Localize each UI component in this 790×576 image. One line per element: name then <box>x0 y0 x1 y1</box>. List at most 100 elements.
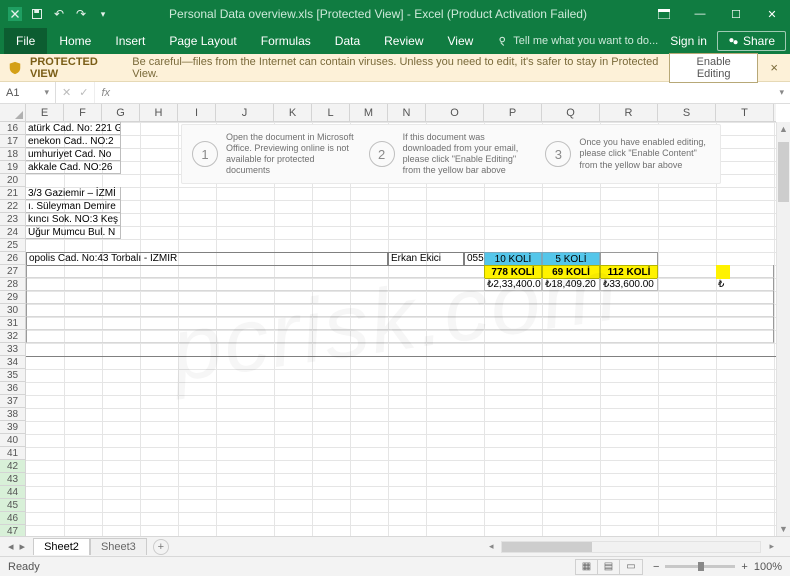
cell-value[interactable]: enekon Cad.. NO:2 <box>26 135 121 148</box>
cells-viewport[interactable]: atürk Cad. No: 221 Genekon Cad.. NO:2umh… <box>26 122 776 536</box>
row-header[interactable]: 22 <box>0 200 25 213</box>
redo-icon[interactable]: ↷ <box>74 7 88 21</box>
zoom-in-button[interactable]: + <box>741 561 747 573</box>
vertical-scroll-thumb[interactable] <box>778 142 789 202</box>
row-header[interactable]: 16 <box>0 122 25 135</box>
column-header[interactable]: H <box>140 104 178 121</box>
koli-blue-cell[interactable] <box>600 252 658 266</box>
zoom-slider-thumb[interactable] <box>698 562 704 571</box>
column-header[interactable]: S <box>658 104 716 121</box>
row-header[interactable]: 46 <box>0 512 25 525</box>
row-header[interactable]: 38 <box>0 408 25 421</box>
koli-yellow-cell[interactable]: 778 KOLİ <box>484 265 542 279</box>
row-header[interactable]: 47 <box>0 525 25 536</box>
column-header[interactable]: J <box>216 104 274 121</box>
row-header[interactable]: 30 <box>0 304 25 317</box>
row-header[interactable]: 45 <box>0 499 25 512</box>
column-header[interactable]: P <box>484 104 542 121</box>
tab-formulas[interactable]: Formulas <box>249 28 323 54</box>
koli-yellow-cell[interactable]: 112 KOLİ <box>600 265 658 279</box>
column-header[interactable]: K <box>274 104 312 121</box>
row-header[interactable]: 18 <box>0 148 25 161</box>
row-header[interactable]: 35 <box>0 369 25 382</box>
cell-value[interactable]: kıncı Sok. NO:3 Keş <box>26 213 121 226</box>
hscroll-left-icon[interactable]: ◂ <box>487 541 496 552</box>
row-header[interactable]: 23 <box>0 213 25 226</box>
column-header[interactable]: O <box>426 104 484 121</box>
row-header[interactable]: 40 <box>0 434 25 447</box>
cell-value[interactable]: 3/3 Gaziemir – İZMİ <box>26 187 121 200</box>
row-header[interactable]: 19 <box>0 161 25 174</box>
file-tab[interactable]: File <box>4 28 47 54</box>
share-button[interactable]: Share <box>717 31 786 51</box>
column-header[interactable]: E <box>26 104 64 121</box>
row-header[interactable]: 24 <box>0 226 25 239</box>
undo-icon[interactable]: ↶ <box>52 7 66 21</box>
select-all-triangle[interactable] <box>0 104 26 122</box>
cell-value[interactable]: akkale Cad. NO:26 <box>26 161 121 174</box>
column-header[interactable]: M <box>350 104 388 121</box>
column-header[interactable]: R <box>600 104 658 121</box>
tab-insert[interactable]: Insert <box>103 28 157 54</box>
column-header[interactable]: G <box>102 104 140 121</box>
horizontal-scroll-thumb[interactable] <box>502 542 592 552</box>
vertical-scrollbar[interactable]: ▲ ▼ <box>776 122 790 536</box>
scroll-down-icon[interactable]: ▼ <box>777 522 790 536</box>
zoom-slider[interactable] <box>665 565 735 568</box>
row-header[interactable]: 26 <box>0 252 25 265</box>
koli-yellow-cell[interactable]: 69 KOLİ <box>542 265 600 279</box>
koli-amount-cell[interactable]: ₺33,600.00 <box>600 278 658 291</box>
koli-blue-cell[interactable]: 5 KOLİ <box>542 252 600 266</box>
tab-nav-prev-icon[interactable]: ◂ <box>8 540 14 553</box>
horizontal-scrollbar[interactable] <box>501 541 761 553</box>
name-box-dropdown-icon[interactable]: ▾ <box>44 87 49 98</box>
tab-view[interactable]: View <box>436 28 486 54</box>
row-header[interactable]: 27 <box>0 265 25 278</box>
cell-value[interactable]: atürk Cad. No: 221 G <box>26 122 121 135</box>
row-header[interactable]: 44 <box>0 486 25 499</box>
page-break-view-button[interactable]: ▭ <box>620 560 642 574</box>
row-header[interactable]: 28 <box>0 278 25 291</box>
row-header[interactable]: 20 <box>0 174 25 187</box>
koli-amount-cell[interactable]: ₺18,409.20 <box>542 278 600 291</box>
cell-value[interactable]: umhuriyet Cad. No <box>26 148 121 161</box>
tell-me-search[interactable]: Tell me what you want to do... <box>497 35 658 47</box>
protected-view-close-icon[interactable]: × <box>766 60 782 75</box>
row-headers[interactable]: 1617181920212223242526272829303132333435… <box>0 122 26 536</box>
column-header[interactable]: Q <box>542 104 600 121</box>
row-header[interactable]: 29 <box>0 291 25 304</box>
formula-input[interactable] <box>116 82 773 103</box>
row-header[interactable]: 31 <box>0 317 25 330</box>
page-layout-view-button[interactable]: ▤ <box>598 560 620 574</box>
row-header[interactable]: 39 <box>0 421 25 434</box>
column-header[interactable]: T <box>716 104 774 121</box>
column-header[interactable]: F <box>64 104 102 121</box>
column-header[interactable]: N <box>388 104 426 121</box>
name-box[interactable]: A1 ▾ <box>0 82 56 103</box>
sheet-tab-active[interactable]: Sheet2 <box>33 538 90 555</box>
add-sheet-button[interactable]: + <box>153 539 169 555</box>
row-header[interactable]: 42 <box>0 460 25 473</box>
koli-trailing-cell[interactable] <box>716 265 730 279</box>
spreadsheet-grid[interactable]: EFGHIJKLMNOPQRST 16171819202122232425262… <box>0 104 790 536</box>
save-icon[interactable] <box>30 7 44 21</box>
tab-home[interactable]: Home <box>47 28 103 54</box>
row-header[interactable]: 41 <box>0 447 25 460</box>
row-header[interactable]: 25 <box>0 239 25 252</box>
row-header[interactable]: 32 <box>0 330 25 343</box>
cell-address[interactable]: opolis Cad. No:43 Torbalı - İZMİR <box>26 252 388 266</box>
tab-review[interactable]: Review <box>372 28 435 54</box>
maximize-button[interactable]: ☐ <box>718 0 754 28</box>
column-headers[interactable]: EFGHIJKLMNOPQRST <box>26 104 776 122</box>
minimize-button[interactable]: — <box>682 0 718 28</box>
tab-page-layout[interactable]: Page Layout <box>157 28 248 54</box>
cell-value[interactable]: ı. Süleyman Demire <box>26 200 121 213</box>
scroll-up-icon[interactable]: ▲ <box>777 122 790 136</box>
cell-name[interactable]: Erkan Ekici <box>388 252 464 266</box>
row-header[interactable]: 36 <box>0 382 25 395</box>
column-header[interactable]: I <box>178 104 216 121</box>
formula-expand-icon[interactable]: ▾ <box>773 87 790 98</box>
row-header[interactable]: 43 <box>0 473 25 486</box>
tab-nav-next-icon[interactable]: ▸ <box>20 540 26 553</box>
tab-data[interactable]: Data <box>323 28 372 54</box>
